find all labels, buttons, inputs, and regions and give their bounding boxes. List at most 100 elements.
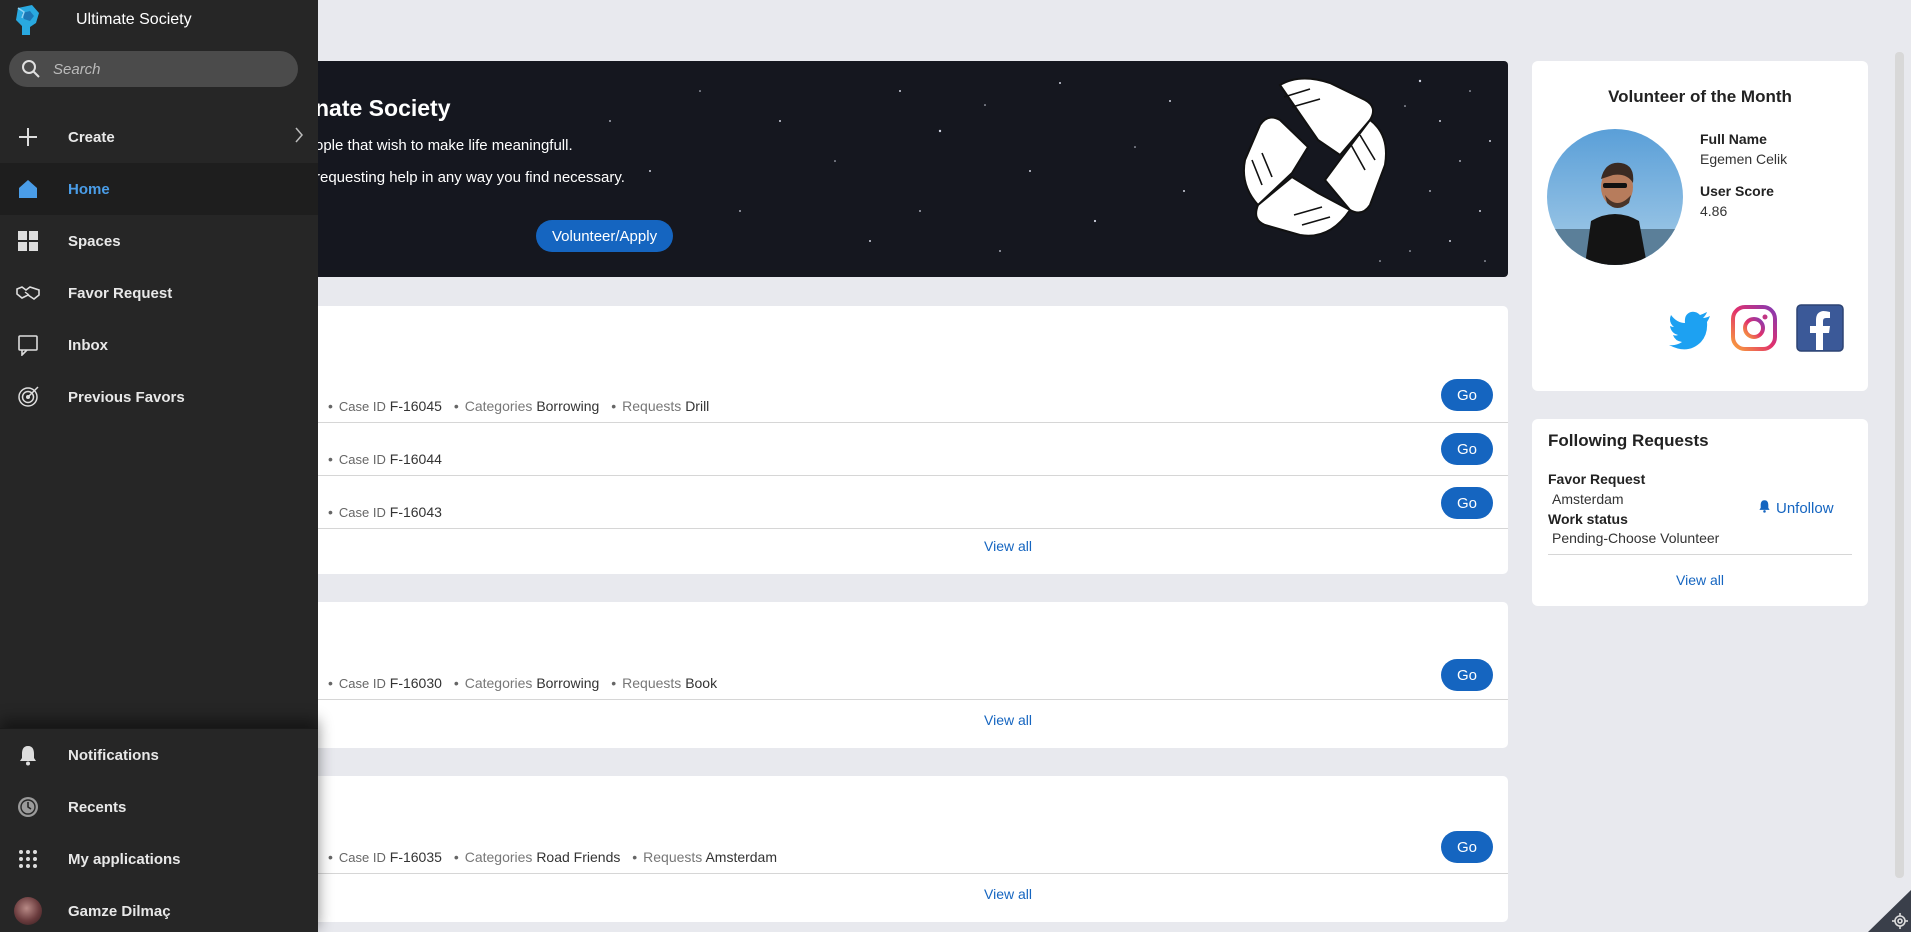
sidebar-item-previous-favors[interactable]: Previous Favors — [0, 371, 318, 423]
case-id-value: F-16035 — [389, 849, 442, 865]
sidebar-header: Ultimate Society — [0, 0, 318, 40]
case-id-value: F-16044 — [389, 451, 442, 467]
twitter-icon[interactable] — [1666, 304, 1714, 352]
app-logo-icon[interactable] — [10, 3, 44, 37]
target-icon — [14, 383, 42, 411]
case-id-label: Case ID — [338, 850, 386, 865]
sidebar-nav: Create Home Spaces Favor Request Inbox P… — [0, 111, 318, 423]
sidebar-bottom-nav: Notifications Recents My applications Ga… — [0, 728, 318, 932]
unfollow-button[interactable]: Unfollow — [1758, 499, 1834, 517]
request-value: Drill — [685, 398, 710, 414]
apps-icon — [14, 845, 42, 873]
case-id-label: Case ID — [338, 505, 386, 520]
settings-corner[interactable] — [1868, 890, 1911, 932]
view-all-link[interactable]: View all — [180, 886, 1508, 902]
work-status-label: Work status — [1548, 511, 1628, 527]
categories-label: Categories — [464, 675, 533, 691]
app-title: Ultimate Society — [76, 11, 192, 28]
sidebar-item-recents[interactable]: Recents — [0, 781, 318, 833]
inbox-icon — [14, 331, 42, 359]
sidebar-item-my-applications[interactable]: My applications — [0, 833, 318, 885]
table-row: • Case ID F-16030 • Categories Borrowing •… — [180, 647, 1508, 700]
bell-icon — [14, 741, 42, 769]
home-icon — [14, 175, 42, 203]
sidebar-item-label: Spaces — [68, 232, 121, 250]
page-scrollbar[interactable] — [1895, 52, 1904, 878]
handshake-icon — [14, 279, 42, 307]
case-id-value: F-16045 — [389, 398, 442, 414]
requests-label: Requests — [622, 675, 682, 691]
chevron-right-icon — [294, 126, 304, 149]
sidebar-item-label: Home — [68, 180, 110, 198]
following-heading: Following Requests — [1548, 431, 1709, 450]
sidebar-item-label: Favor Request — [68, 284, 173, 302]
full-name-value: Egemen Celik — [1700, 151, 1788, 167]
category-value: Borrowing — [536, 675, 600, 691]
favor-request-value: Amsterdam — [1552, 491, 1624, 507]
request-card: • Case ID F-16030 • Categories Borrowing •… — [180, 602, 1508, 748]
plus-icon — [14, 123, 42, 151]
sidebar-item-inbox[interactable]: Inbox — [0, 319, 318, 371]
instagram-icon[interactable] — [1730, 304, 1778, 352]
bell-icon — [1758, 499, 1771, 517]
go-button[interactable]: Go — [1441, 379, 1493, 411]
case-id-label: Case ID — [338, 452, 386, 467]
sidebar-item-spaces[interactable]: Spaces — [0, 215, 318, 267]
volunteer-photo — [1547, 129, 1683, 265]
view-all-link[interactable]: View all — [1532, 572, 1868, 588]
sidebar-item-notifications[interactable]: Notifications — [0, 729, 318, 781]
search-icon — [13, 51, 49, 87]
case-id-value: F-16043 — [389, 504, 442, 520]
table-row: • Case ID F-16045 • Categories Borrowing •… — [180, 370, 1508, 423]
sidebar: Ultimate Society Create Home — [0, 0, 318, 932]
sidebar-item-label: Gamze Dilmaç — [68, 902, 171, 920]
view-all-link[interactable]: View all — [180, 712, 1508, 728]
request-meta: • Case ID F-16044 — [328, 451, 442, 467]
volunteer-apply-button[interactable]: Volunteer/Apply — [536, 220, 674, 252]
request-value: Amsterdam — [705, 849, 778, 865]
divider — [1548, 554, 1852, 555]
table-row: • Case ID F-16043 Go — [180, 476, 1508, 529]
hands-illustration — [1242, 77, 1387, 237]
full-name-label: Full Name — [1700, 131, 1767, 147]
categories-label: Categories — [464, 398, 533, 414]
go-button[interactable]: Go — [1441, 831, 1493, 863]
following-requests-card: Following Requests Favor Request Amsterd… — [1532, 419, 1868, 606]
sidebar-item-user-profile[interactable]: Gamze Dilmaç — [0, 885, 318, 932]
banner-text-line-2: requesting help in any way you find nece… — [315, 169, 625, 186]
banner-text-line-1: ople that wish to make life meaningfull. — [315, 137, 573, 154]
sidebar-item-favor-request[interactable]: Favor Request — [0, 267, 318, 319]
search-input[interactable] — [53, 60, 283, 78]
hero-banner: nate Society ople that wish to make life… — [180, 61, 1508, 277]
case-id-label: Case ID — [338, 399, 386, 414]
go-button[interactable]: Go — [1441, 659, 1493, 691]
request-card: • Case ID F-16045 • Categories Borrowing •… — [180, 306, 1508, 574]
request-meta: • Case ID F-16043 — [328, 504, 442, 520]
case-id-value: F-16030 — [389, 675, 442, 691]
sidebar-item-label: Previous Favors — [68, 388, 185, 406]
search-box — [9, 51, 298, 87]
category-value: Road Friends — [536, 849, 621, 865]
sidebar-item-label: Create — [68, 128, 115, 146]
category-value: Borrowing — [536, 398, 600, 414]
request-card: • Case ID F-16035 • Categories Road Friend… — [180, 776, 1508, 922]
sidebar-item-home[interactable]: Home — [0, 163, 318, 215]
request-meta: • Case ID F-16030 • Categories Borrowing •… — [328, 675, 718, 691]
view-all-link[interactable]: View all — [180, 538, 1508, 554]
facebook-icon[interactable] — [1796, 304, 1844, 352]
sidebar-item-create[interactable]: Create — [0, 111, 318, 163]
table-row: • Case ID F-16044 Go — [180, 423, 1508, 476]
volunteer-heading: Volunteer of the Month — [1608, 87, 1792, 106]
table-row: • Case ID F-16035 • Categories Road Friend… — [180, 821, 1508, 874]
categories-label: Categories — [464, 849, 533, 865]
go-button[interactable]: Go — [1441, 433, 1493, 465]
volunteer-of-month-card: Volunteer of the Month Full Name Egemen … — [1532, 61, 1868, 391]
requests-label: Requests — [622, 398, 682, 414]
request-meta: • Case ID F-16045 • Categories Borrowing •… — [328, 398, 710, 414]
go-button[interactable]: Go — [1441, 487, 1493, 519]
favor-request-label: Favor Request — [1548, 471, 1646, 487]
work-status-value: Pending-Choose Volunteer — [1552, 530, 1720, 546]
request-meta: • Case ID F-16035 • Categories Road Friend… — [328, 849, 778, 865]
banner-title: nate Society — [315, 95, 451, 121]
grid-icon — [14, 227, 42, 255]
